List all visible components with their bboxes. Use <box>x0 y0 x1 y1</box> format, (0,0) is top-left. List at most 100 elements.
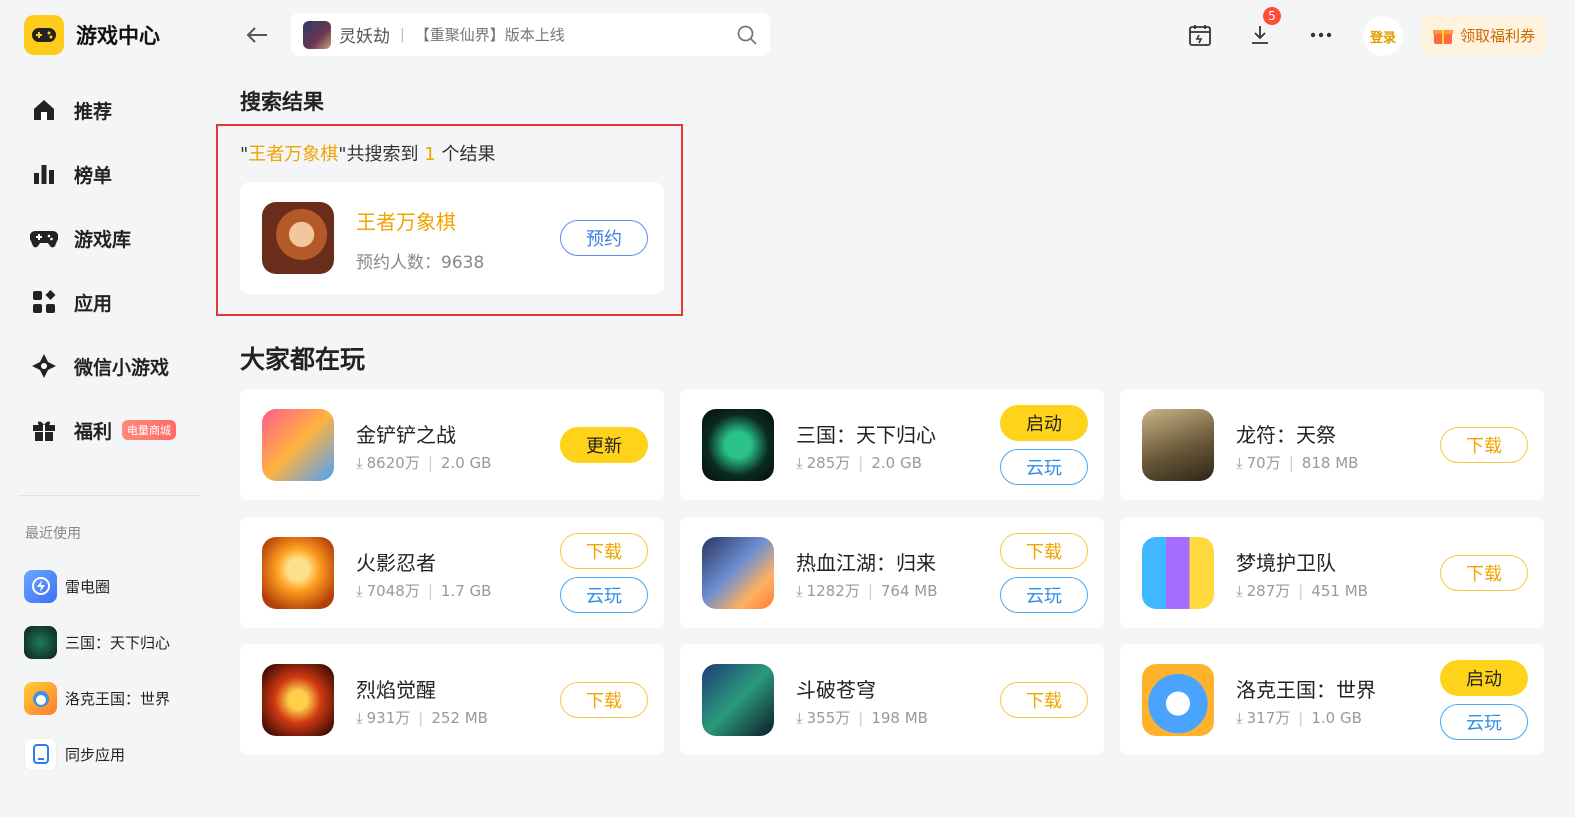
back-button[interactable] <box>242 20 272 50</box>
game-downloads: 285万 <box>806 454 851 472</box>
home-icon <box>30 96 58 124</box>
game-card[interactable]: 火影忍者 ⤓ 7048万 | 1.7 GB 下载 云玩 <box>240 517 664 628</box>
gift-icon <box>30 416 58 444</box>
sanguo-app-icon <box>24 625 57 659</box>
sidebar-item-recommend[interactable]: 推荐 <box>18 78 208 142</box>
game-icon <box>702 537 774 609</box>
result-count: 1 <box>424 144 436 165</box>
sidebar-item-label: 榜单 <box>74 164 113 187</box>
coupon-button[interactable]: 领取福利券 <box>1421 15 1546 55</box>
gamepad-icon <box>30 224 58 252</box>
game-icon <box>1142 664 1214 736</box>
sidebar-item-apps[interactable]: 应用 <box>18 270 208 334</box>
coupon-gift-icon <box>1432 30 1453 44</box>
game-meta: ⤓ 285万 | 2.0 GB <box>796 453 922 473</box>
arrow-left-icon <box>246 27 267 43</box>
recent-item-leidian[interactable]: 雷电圈 <box>24 558 204 614</box>
sidebar-item-wechat-minigames[interactable]: 微信小游戏 <box>18 334 208 398</box>
cloud-play-button[interactable]: 云玩 <box>1000 449 1088 485</box>
sync-app-icon <box>24 737 57 771</box>
download-small-icon: ⤓ <box>1236 453 1243 472</box>
game-card[interactable]: 金铲铲之战 ⤓ 8620万 | 2.0 GB 更新 <box>240 389 664 500</box>
game-size: 2.0 GB <box>440 453 492 472</box>
download-small-icon: ⤓ <box>356 453 363 472</box>
game-meta: ⤓ 317万 | 1.0 GB <box>1236 708 1362 728</box>
game-meta: ⤓ 1282万 | 764 MB <box>796 581 938 601</box>
search-bar[interactable]: 灵妖劫 | <box>291 13 770 56</box>
popular-title: 大家都在玩 <box>240 345 366 374</box>
update-button[interactable]: 更新 <box>560 427 648 463</box>
game-name: 三国：天下归心 <box>796 423 936 447</box>
download-icon <box>1252 26 1268 44</box>
game-card[interactable]: 龙符：天祭 ⤓ 70万 | 818 MB 下载 <box>1120 389 1544 500</box>
recent-item-label: 雷电圈 <box>65 577 111 596</box>
download-button[interactable]: 下载 <box>1440 555 1528 591</box>
result-game-name: 王者万象棋 <box>356 210 456 234</box>
sidebar-nav: 推荐 榜单 游戏库 应用 微信小游戏 福利 电量商城 <box>18 78 208 462</box>
sidebar-item-ranking[interactable]: 榜单 <box>18 142 208 206</box>
more-button[interactable] <box>1306 20 1336 50</box>
search-icon[interactable] <box>736 24 758 46</box>
game-card[interactable]: 热血江湖：归来 ⤓ 1282万 | 764 MB 下载 云玩 <box>680 517 1104 628</box>
leidian-circle-icon <box>24 569 57 603</box>
game-icon <box>262 537 334 609</box>
game-name: 金铲铲之战 <box>356 423 456 447</box>
game-icon <box>1142 409 1214 481</box>
download-count-badge: 5 <box>1263 7 1281 25</box>
launch-button[interactable]: 启动 <box>1000 405 1088 441</box>
search-result-summary: "王者万象棋"共搜索到 1 个结果 <box>240 140 495 166</box>
download-button[interactable]: 下载 <box>560 533 648 569</box>
calendar-button[interactable] <box>1185 20 1215 50</box>
cloud-play-button[interactable]: 云玩 <box>560 577 648 613</box>
coupon-label: 领取福利券 <box>1459 26 1535 45</box>
game-downloads: 1282万 <box>806 582 860 600</box>
search-result-card[interactable]: 王者万象棋 预约人数：9638 预约 <box>240 182 664 294</box>
download-button[interactable]: 下载 <box>1440 427 1528 463</box>
game-size: 1.7 GB <box>440 581 492 600</box>
login-button[interactable]: 登录 <box>1363 16 1403 56</box>
game-card[interactable]: 洛克王国：世界 ⤓ 317万 | 1.0 GB 启动 云玩 <box>1120 644 1544 755</box>
game-icon <box>702 664 774 736</box>
game-name: 火影忍者 <box>356 551 436 575</box>
game-meta: ⤓ 287万 | 451 MB <box>1236 581 1368 601</box>
game-card[interactable]: 梦境护卫队 ⤓ 287万 | 451 MB 下载 <box>1120 517 1544 628</box>
game-card[interactable]: 三国：天下归心 ⤓ 285万 | 2.0 GB 启动 云玩 <box>680 389 1104 500</box>
game-card[interactable]: 烈焰觉醒 ⤓ 931万 | 252 MB 下载 <box>240 644 664 755</box>
launch-button[interactable]: 启动 <box>1440 660 1528 696</box>
ranking-icon <box>30 160 58 188</box>
search-input[interactable] <box>414 25 715 44</box>
game-icon <box>262 409 334 481</box>
game-meta: ⤓ 7048万 | 1.7 GB <box>356 581 492 601</box>
apps-icon <box>30 288 58 316</box>
recent-list: 雷电圈 三国：天下归心 洛克王国：世界 同步应用 <box>24 558 204 782</box>
reserve-button[interactable]: 预约 <box>560 220 648 256</box>
game-icon-wangzhe-chess <box>262 202 334 274</box>
download-button[interactable]: 下载 <box>1000 533 1088 569</box>
search-separator: | <box>400 26 405 43</box>
download-button[interactable]: 下载 <box>560 682 648 718</box>
game-size: 764 MB <box>880 581 938 600</box>
download-button[interactable]: 下载 <box>1000 682 1088 718</box>
cloud-play-button[interactable]: 云玩 <box>1000 577 1088 613</box>
sidebar-item-library[interactable]: 游戏库 <box>18 206 208 270</box>
download-manager-button[interactable]: 5 <box>1245 7 1281 50</box>
game-card[interactable]: 斗破苍穹 ⤓ 355万 | 198 MB 下载 <box>680 644 1104 755</box>
recent-item-sanguo[interactable]: 三国：天下归心 <box>24 614 204 670</box>
result-reservation-count: 预约人数：9638 <box>356 253 485 273</box>
sidebar-divider <box>18 495 200 496</box>
search-results-title: 搜索结果 <box>240 90 324 114</box>
download-small-icon: ⤓ <box>356 708 363 727</box>
download-small-icon: ⤓ <box>1236 708 1243 727</box>
game-name: 斗破苍穹 <box>796 678 876 702</box>
recent-item-sync[interactable]: 同步应用 <box>24 726 204 782</box>
game-name: 梦境护卫队 <box>1236 551 1336 575</box>
recent-item-roco[interactable]: 洛克王国：世界 <box>24 670 204 726</box>
sidebar-item-benefits[interactable]: 福利 电量商城 <box>18 398 208 462</box>
game-downloads: 355万 <box>806 709 851 727</box>
cloud-play-button[interactable]: 云玩 <box>1440 704 1528 740</box>
game-icon <box>702 409 774 481</box>
game-meta: ⤓ 8620万 | 2.0 GB <box>356 453 492 473</box>
recent-item-label: 三国：天下归心 <box>65 633 171 652</box>
game-meta: ⤓ 931万 | 252 MB <box>356 708 488 728</box>
wechat-minigame-icon <box>30 352 58 380</box>
